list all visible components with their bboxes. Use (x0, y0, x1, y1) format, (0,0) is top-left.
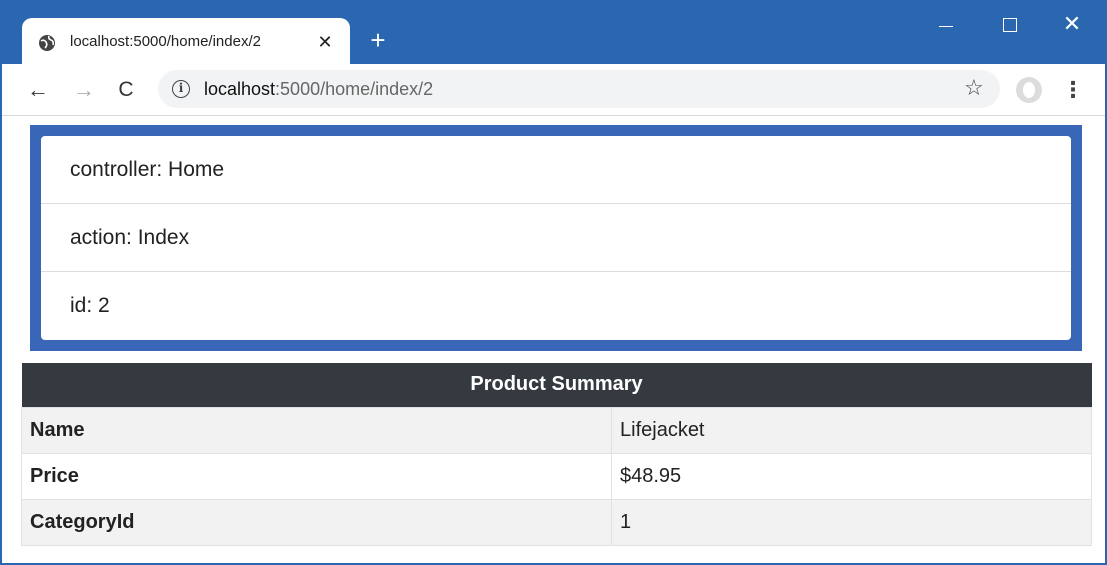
row-key-price: Price (21, 452, 612, 500)
table-row: Price $48.95 (21, 452, 1092, 500)
url-path: :5000/home/index/2 (275, 79, 434, 99)
minimize-button[interactable] (926, 10, 966, 38)
row-key-categoryid: CategoryId (21, 498, 612, 546)
tab-title: localhost:5000/home/index/2 (70, 33, 261, 50)
route-data-panel: controller: Home action: Index id: 2 (30, 125, 1082, 351)
row-value-categoryid: 1 (611, 498, 1092, 546)
bookmark-star-icon[interactable]: ☆ (964, 75, 984, 101)
browser-toolbar: ← → C i localhost:5000/home/index/2 ☆ ⋮ (2, 64, 1105, 116)
maximize-button[interactable] (990, 10, 1030, 38)
browser-tab[interactable]: localhost:5000/home/index/2 ✕ (22, 18, 350, 64)
forward-arrow-icon[interactable]: → (70, 76, 98, 104)
table-row: CategoryId 1 (21, 498, 1092, 546)
back-arrow-icon[interactable]: ← (24, 76, 52, 104)
info-icon[interactable]: i (172, 80, 190, 98)
title-bar: localhost:5000/home/index/2 ✕ + ✕ (2, 0, 1105, 64)
menu-dots-icon[interactable]: ⋮ (1062, 76, 1084, 104)
tab-close-icon[interactable]: ✕ (314, 31, 336, 53)
route-item-action: action: Index (41, 204, 1071, 272)
row-value-name: Lifejacket (611, 406, 1092, 454)
new-tab-button[interactable]: + (364, 26, 392, 54)
row-value-price: $48.95 (611, 452, 1092, 500)
route-item-id: id: 2 (70, 294, 110, 317)
globe-icon (39, 35, 55, 51)
table-row: Name Lifejacket (21, 406, 1092, 454)
browser-window: localhost:5000/home/index/2 ✕ + ✕ ← → C … (0, 0, 1107, 565)
profile-avatar-icon[interactable] (1016, 77, 1042, 103)
url-text[interactable]: localhost:5000/home/index/2 (204, 79, 433, 100)
reload-icon[interactable]: C (112, 76, 140, 104)
route-list: controller: Home action: Index id: 2 (41, 136, 1071, 340)
product-summary-table: Product Summary Name Lifejacket Price $4… (21, 363, 1092, 546)
address-bar[interactable]: i localhost:5000/home/index/2 ☆ (158, 70, 1000, 108)
window-close-button[interactable]: ✕ (1052, 10, 1092, 38)
row-key-name: Name (21, 406, 612, 454)
url-host: localhost (204, 79, 276, 99)
table-heading: Product Summary (21, 363, 1092, 407)
route-item-controller: controller: Home (41, 136, 1071, 204)
